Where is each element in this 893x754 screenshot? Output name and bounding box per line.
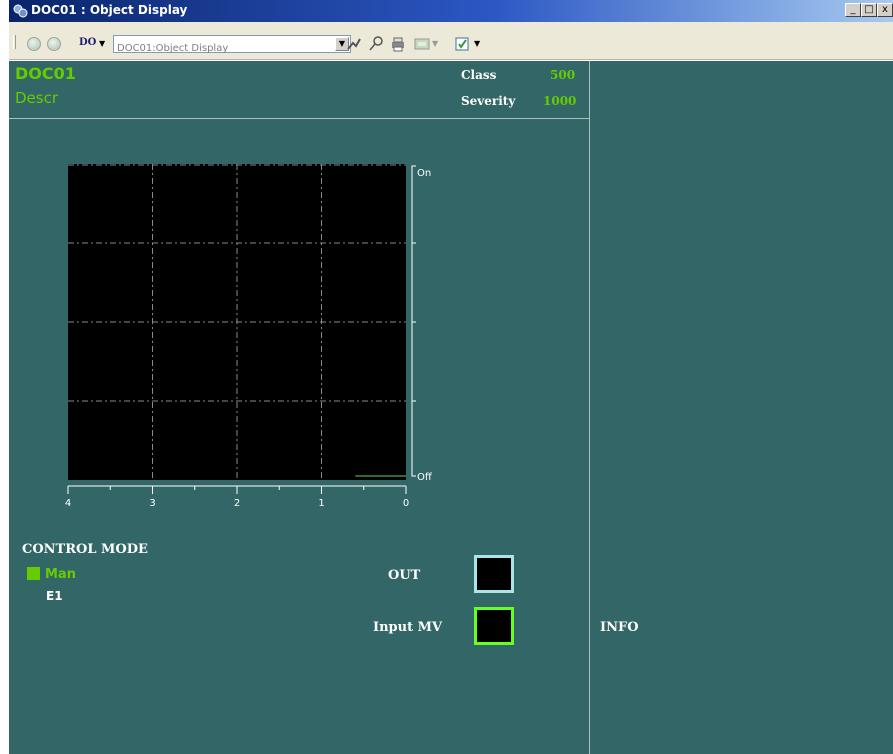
x-tick-label: 3 bbox=[149, 498, 155, 509]
chevron-down-icon[interactable]: ▼ bbox=[99, 39, 105, 48]
forward-icon[interactable] bbox=[47, 37, 61, 51]
address-box[interactable]: ▼ bbox=[113, 35, 351, 57]
info-label: INFO bbox=[600, 620, 639, 635]
info-panel bbox=[590, 61, 893, 754]
trend-chart: On Off 4 3 2 1 0 bbox=[65, 164, 433, 509]
back-icon[interactable] bbox=[27, 37, 41, 51]
class-label: Class bbox=[461, 68, 497, 82]
input-mv-value-box[interactable] bbox=[474, 607, 514, 645]
y-axis-bracket bbox=[411, 165, 416, 477]
window-title: DOC01 : Object Display bbox=[31, 3, 188, 17]
mode-indicator bbox=[27, 567, 40, 580]
class-value: 500 bbox=[550, 68, 576, 82]
header-divider bbox=[9, 118, 589, 119]
faceplate-icon[interactable] bbox=[413, 35, 431, 53]
object-description: Descr bbox=[15, 89, 59, 107]
x-tick-label: 2 bbox=[234, 498, 240, 509]
panel-divider bbox=[589, 61, 590, 754]
minimize-button[interactable]: _ bbox=[845, 3, 861, 17]
title-bar: DOC01 : Object Display _ □ x bbox=[9, 0, 893, 22]
pin-icon[interactable] bbox=[367, 35, 385, 53]
y-tick-label-off: Off bbox=[417, 472, 433, 483]
close-button[interactable]: x bbox=[877, 3, 893, 17]
object-type-label[interactable]: DO bbox=[79, 37, 96, 48]
app-icon bbox=[13, 4, 28, 18]
object-name: DOC01 bbox=[15, 64, 76, 83]
x-axis-ticks: 4 3 2 1 0 bbox=[65, 486, 409, 509]
severity-label: Severity bbox=[461, 94, 516, 108]
chevron-down-icon[interactable]: ▼ bbox=[474, 39, 480, 48]
y-axis-ticks bbox=[412, 242, 416, 402]
x-tick-label: 0 bbox=[403, 498, 409, 509]
sub-mode-label: E1 bbox=[46, 589, 63, 603]
control-mode-title: CONTROL MODE bbox=[22, 542, 148, 557]
trend-icon[interactable] bbox=[345, 35, 363, 53]
toolbar: DO ▼ ▼ ▼ ▼ bbox=[9, 22, 893, 60]
x-tick-label: 4 bbox=[65, 498, 71, 509]
severity-value: 1000 bbox=[543, 94, 577, 108]
x-tick-label: 1 bbox=[318, 498, 324, 509]
chevron-down-icon[interactable]: ▼ bbox=[432, 39, 438, 48]
out-value-box[interactable] bbox=[474, 555, 514, 593]
y-tick-label-on: On bbox=[417, 168, 431, 179]
out-label: OUT bbox=[388, 568, 421, 583]
mode-label[interactable]: Man bbox=[45, 567, 76, 582]
address-input[interactable] bbox=[114, 40, 324, 57]
maximize-button[interactable]: □ bbox=[861, 3, 877, 17]
help-icon[interactable] bbox=[453, 35, 471, 53]
toolbar-grip[interactable] bbox=[13, 35, 16, 49]
print-icon[interactable] bbox=[389, 35, 407, 53]
input-mv-label: Input MV bbox=[373, 620, 443, 635]
